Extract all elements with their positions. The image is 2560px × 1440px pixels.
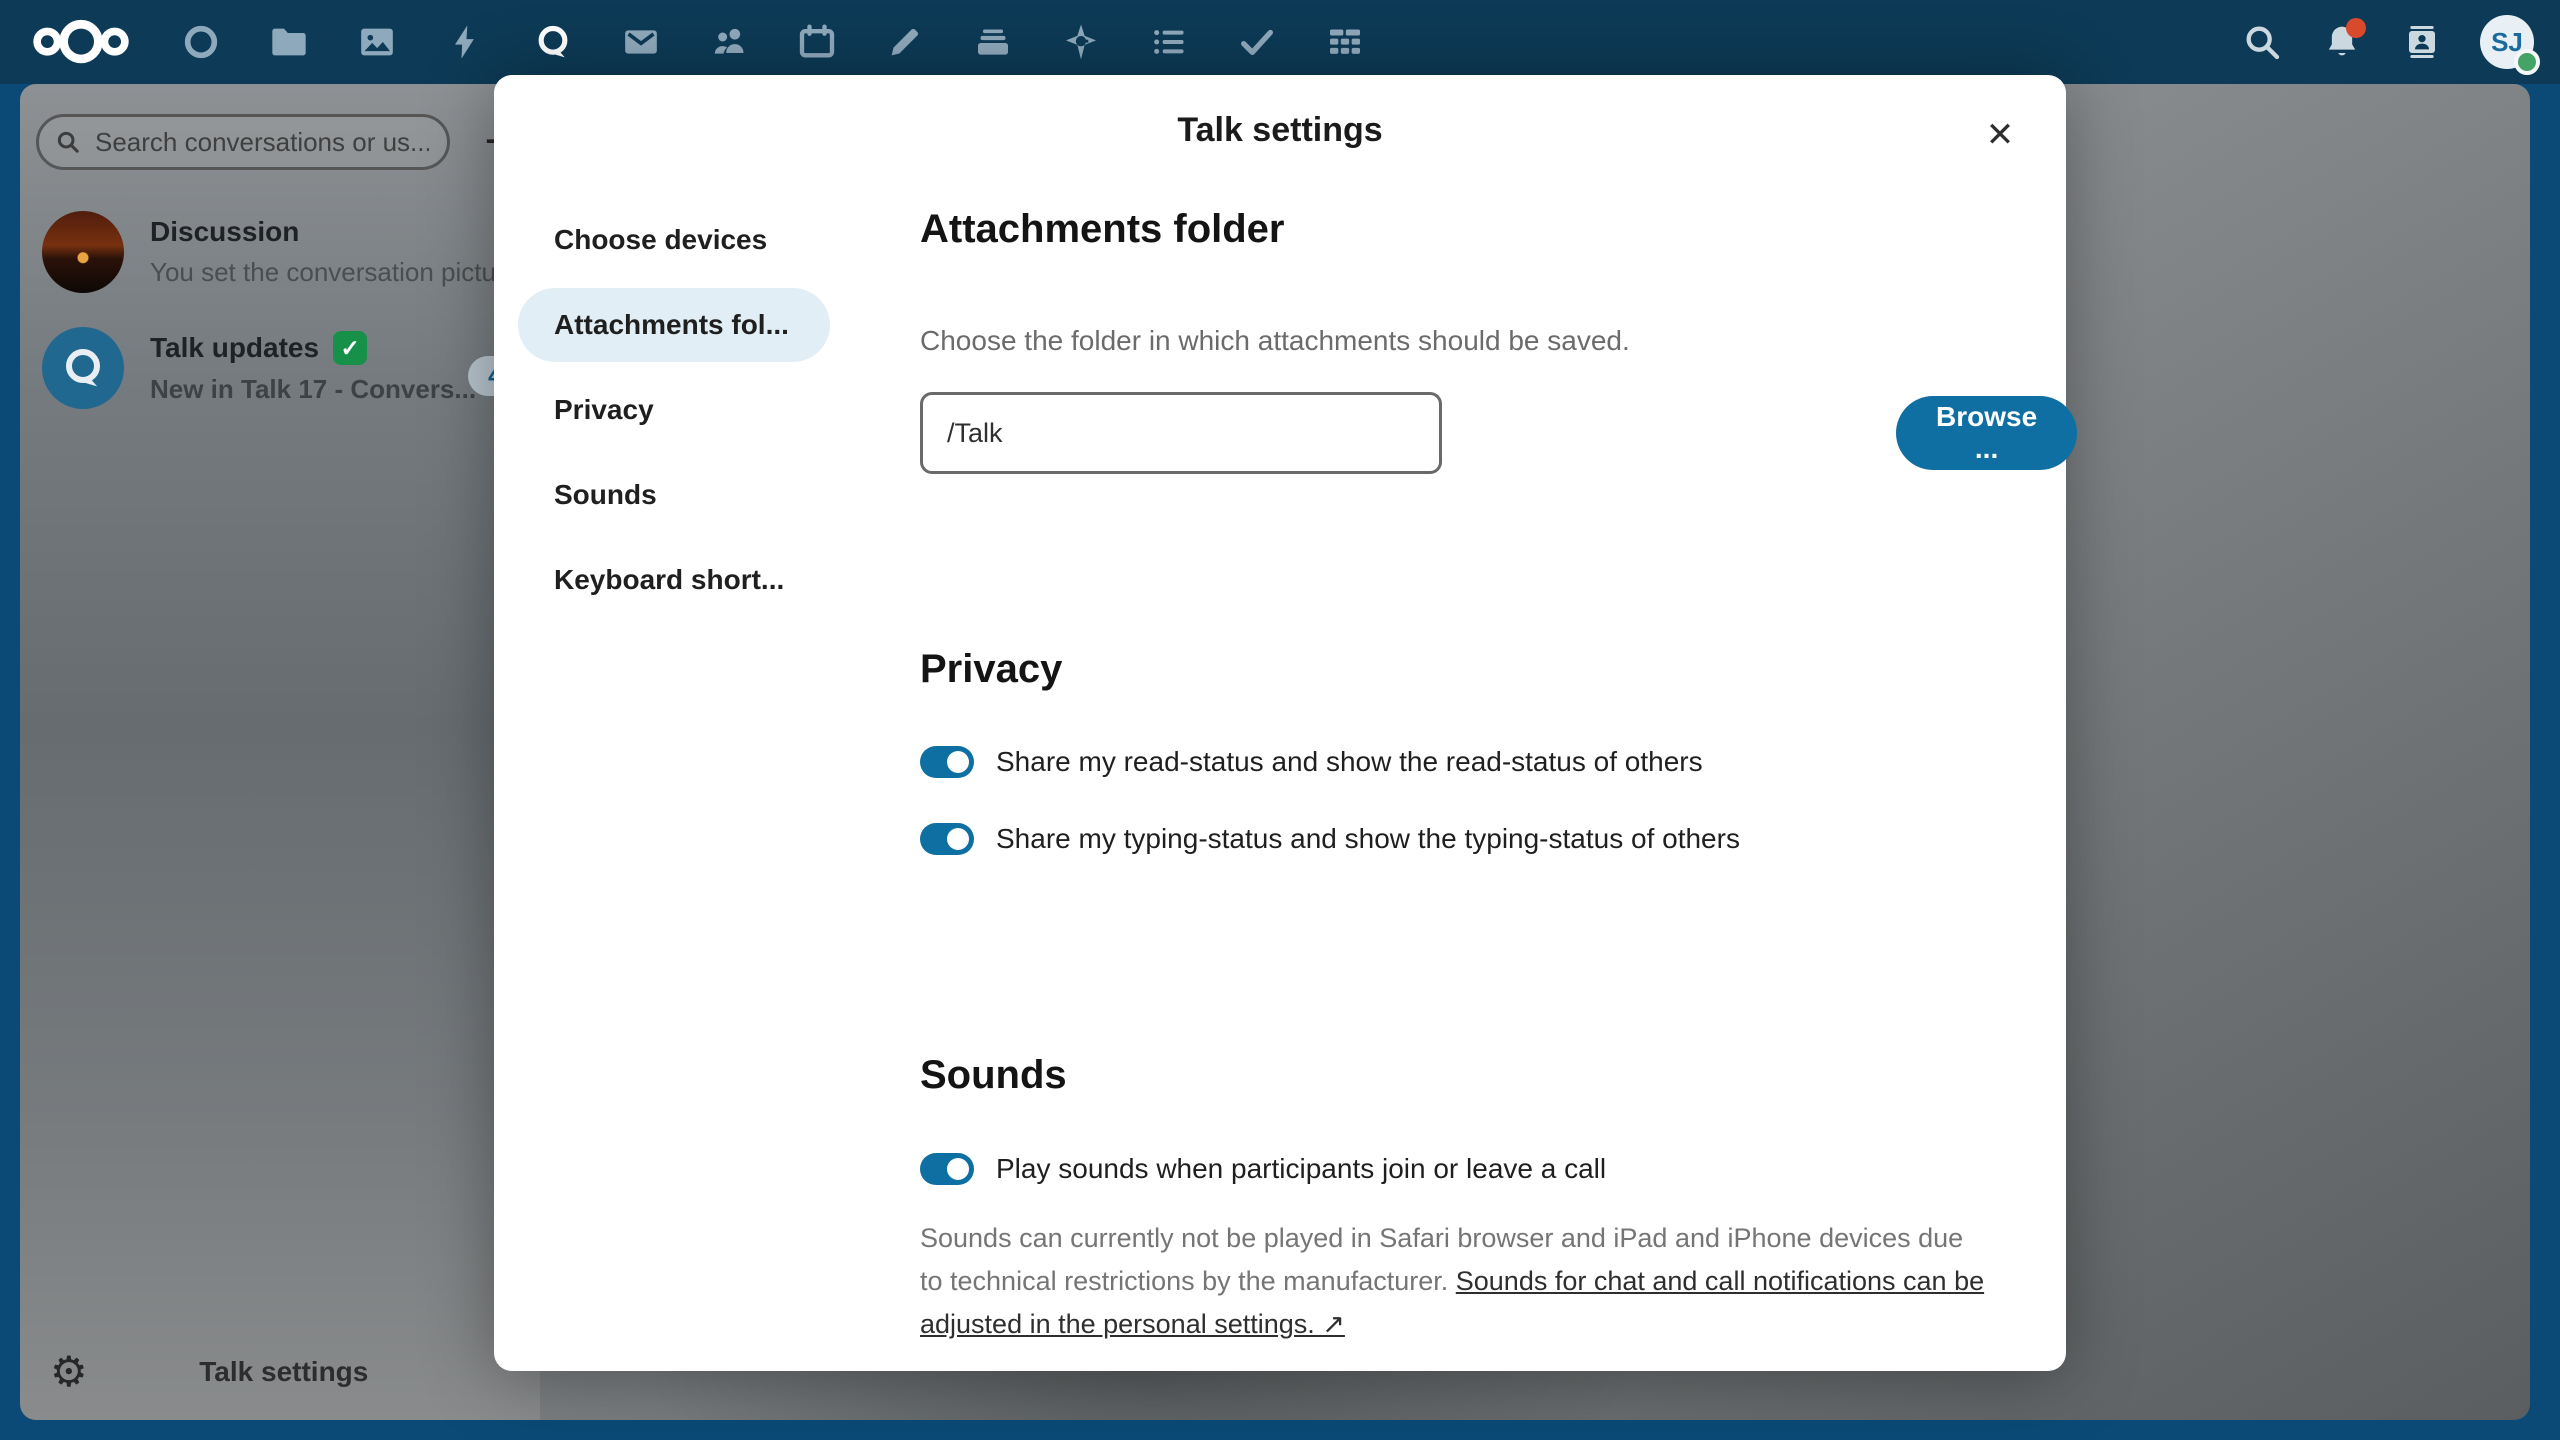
nav-item-attachments-folder[interactable]: Attachments fol... [518, 288, 830, 362]
conversation-title: Discussion [150, 216, 528, 248]
talk-icon[interactable] [532, 0, 574, 84]
nav-item-choose-devices[interactable]: Choose devices [518, 203, 830, 277]
talk-settings-button[interactable]: ⚙ Talk settings [20, 1324, 540, 1420]
attachments-folder-heading: Attachments folder [920, 207, 1285, 252]
search-input[interactable] [93, 126, 431, 159]
conversation-last-message: You set the conversation picture [150, 257, 528, 288]
sounds-heading: Sounds [920, 1053, 1067, 1098]
settings-nav: Choose devices Attachments fol... Privac… [518, 203, 830, 617]
contacts-icon[interactable] [708, 0, 750, 84]
activity-icon[interactable] [444, 0, 486, 84]
conversation-title: Talk updates ✓ [150, 331, 528, 365]
talk-settings-label: Talk settings [88, 1356, 480, 1388]
photos-icon[interactable] [356, 0, 398, 84]
sounds-note: Sounds can currently not be played in Sa… [920, 1217, 1990, 1346]
conversation-avatar [42, 211, 124, 293]
toggle-on-icon[interactable] [920, 1153, 974, 1185]
top-navigation-bar: SJ [0, 0, 2560, 84]
talk-settings-dialog: Talk settings ✕ Choose devices Attachmen… [494, 75, 2066, 1371]
browse-button[interactable]: Browse ... [1896, 396, 2077, 470]
dashboard-icon[interactable] [180, 0, 222, 84]
calendar-icon[interactable] [796, 0, 838, 84]
attachments-folder-input[interactable] [920, 392, 1442, 474]
toggle-on-icon[interactable] [920, 823, 974, 855]
read-status-toggle[interactable]: Share my read-status and show the read-s… [920, 740, 1703, 784]
tables-icon[interactable] [1324, 0, 1366, 84]
assistant-icon[interactable] [1060, 0, 1102, 84]
mail-icon[interactable] [620, 0, 662, 84]
settings-content: Attachments folder Choose the folder in … [920, 75, 2020, 1371]
typing-status-toggle[interactable]: Share my typing-status and show the typi… [920, 817, 1740, 861]
notification-unread-dot [2346, 18, 2366, 38]
contacts-menu-icon[interactable] [2400, 20, 2444, 64]
gear-icon: ⚙ [50, 1351, 88, 1393]
talk-app-window: SJ + Discussion You set the conversation… [0, 0, 2560, 1440]
conversations-sidebar: + Discussion You set the conversation pi… [20, 84, 540, 1420]
deck-icon[interactable] [972, 0, 1014, 84]
conversation-item-talk-updates[interactable]: Talk updates ✓ New in Talk 17 - Convers.… [20, 312, 540, 424]
toggle-on-icon[interactable] [920, 746, 974, 778]
files-icon[interactable] [268, 0, 310, 84]
nav-item-privacy[interactable]: Privacy [518, 373, 830, 447]
online-status-dot [2514, 49, 2540, 75]
attachments-folder-description: Choose the folder in which attachments s… [920, 325, 1630, 357]
notifications-bell-icon[interactable] [2320, 20, 2364, 64]
notes-icon[interactable] [884, 0, 926, 84]
nav-item-keyboard-shortcuts[interactable]: Keyboard short... [518, 543, 830, 617]
tasks-icon[interactable] [1148, 0, 1190, 84]
privacy-heading: Privacy [920, 647, 1062, 692]
nav-item-sounds[interactable]: Sounds [518, 458, 830, 532]
search-icon [55, 129, 81, 155]
talk-updates-avatar [42, 327, 124, 409]
checks-icon[interactable] [1236, 0, 1278, 84]
header-actions: SJ [2240, 0, 2534, 84]
app-menu [180, 0, 1366, 84]
user-avatar[interactable]: SJ [2480, 15, 2534, 69]
conversation-item-discussion[interactable]: Discussion You set the conversation pict… [20, 196, 540, 308]
conversation-search[interactable] [36, 114, 450, 170]
play-sounds-toggle[interactable]: Play sounds when participants join or le… [920, 1147, 1606, 1191]
check-badge-icon: ✓ [333, 331, 367, 365]
nextcloud-logo-icon[interactable] [30, 14, 132, 70]
unified-search-icon[interactable] [2240, 20, 2284, 64]
